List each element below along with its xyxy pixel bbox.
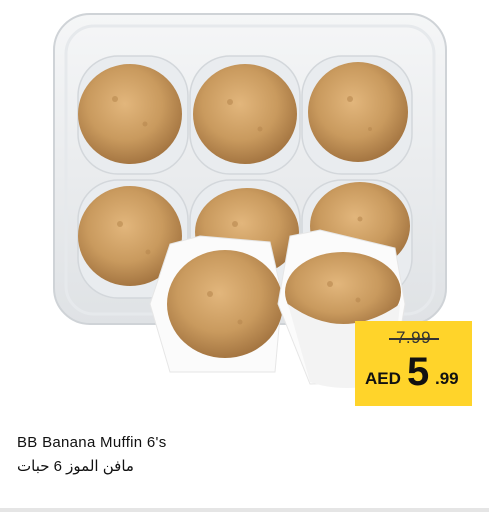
price-integer: 5	[407, 350, 430, 394]
product-card[interactable]: 7.99 AED 5 .99 BB Banana Muffin 6's مافن…	[0, 0, 489, 512]
old-price: 7.99	[395, 328, 432, 347]
product-name-en: BB Banana Muffin 6's	[17, 434, 167, 451]
divider	[0, 508, 489, 512]
product-name-ar: مافن الموز 6 حبات	[17, 458, 134, 475]
currency-label: AED	[365, 369, 401, 388]
price-decimals: .99	[435, 369, 459, 388]
price-tag: 7.99 AED 5 .99	[355, 321, 472, 406]
